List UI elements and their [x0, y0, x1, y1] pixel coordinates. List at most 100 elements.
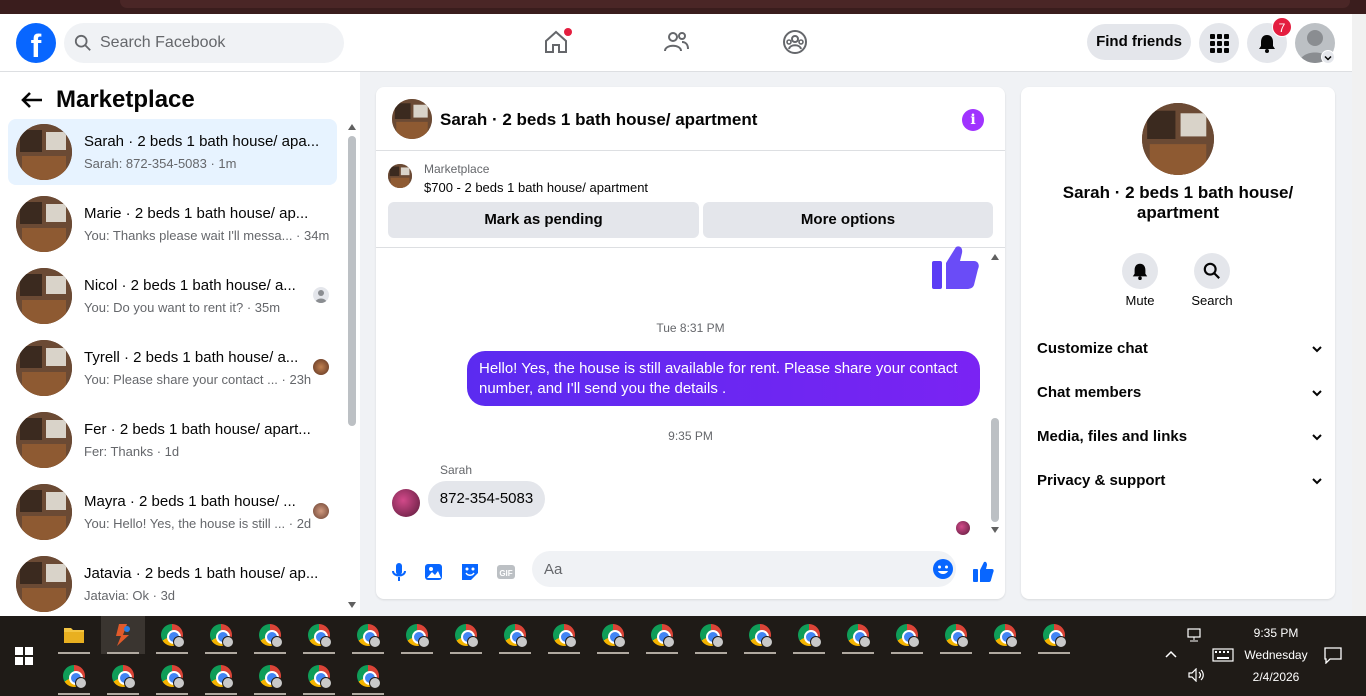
chrome-taskbar-icon[interactable]	[395, 616, 439, 654]
chrome-taskbar-icon[interactable]	[983, 616, 1027, 654]
chrome-icon	[406, 624, 430, 648]
sidebar-scroll-thumb[interactable]	[348, 136, 356, 426]
chrome-taskbar-icon[interactable]	[836, 616, 880, 654]
conversation-item[interactable]: Nicol · 2 beds 1 bath house/ a... You: D…	[8, 263, 337, 329]
groups-icon[interactable]	[781, 28, 809, 56]
taskbar-app-active[interactable]	[101, 616, 145, 654]
listing-thumbnail	[16, 340, 72, 396]
scroll-up-icon[interactable]	[991, 254, 999, 260]
microphone-icon[interactable]	[388, 561, 410, 583]
page-scrollbar[interactable]	[1352, 14, 1366, 616]
notification-center-icon[interactable]	[1324, 646, 1342, 664]
conversation-item[interactable]: Fer · 2 beds 1 bath house/ apart... Fer:…	[8, 407, 337, 473]
clock-day[interactable]: Wednesday	[1236, 648, 1316, 662]
taskbar-app-indicator	[744, 652, 776, 654]
chrome-taskbar-icon[interactable]	[885, 616, 929, 654]
more-options-button[interactable]: More options	[703, 202, 993, 238]
chrome-taskbar-icon[interactable]	[101, 657, 145, 695]
profile-badge-icon	[712, 636, 724, 648]
account-menu-caret[interactable]	[1321, 50, 1335, 64]
seen-avatar-icon	[313, 359, 329, 375]
chrome-taskbar-icon[interactable]	[640, 616, 684, 654]
media-files-links-section[interactable]: Media, files and links	[1037, 419, 1323, 455]
listing-price[interactable]: $700 - 2 beds 1 bath house/ apartment	[424, 180, 648, 195]
windows-start-icon[interactable]	[14, 646, 34, 666]
clock-time[interactable]: 9:35 PM	[1236, 626, 1316, 640]
chevron-down-icon	[1324, 55, 1332, 61]
conversation-item[interactable]: Marie · 2 beds 1 bath house/ ap... You: …	[8, 191, 337, 257]
sticker-icon[interactable]	[459, 561, 481, 583]
chrome-taskbar-icon[interactable]	[248, 616, 292, 654]
chrome-taskbar-icon[interactable]	[346, 616, 390, 654]
scroll-up-icon[interactable]	[348, 124, 356, 130]
chrome-taskbar-icon[interactable]	[199, 657, 243, 695]
facebook-logo-icon[interactable]: f	[16, 23, 56, 63]
scroll-down-icon[interactable]	[348, 602, 356, 608]
keyboard-icon[interactable]	[1212, 648, 1234, 662]
chrome-taskbar-icon[interactable]	[542, 616, 586, 654]
outgoing-message-bubble[interactable]: Hello! Yes, the house is still available…	[467, 351, 980, 406]
conversation-item[interactable]: Tyrell · 2 beds 1 bath house/ a... You: …	[8, 335, 337, 401]
chrome-taskbar-icon[interactable]	[934, 616, 978, 654]
chrome-taskbar-icon[interactable]	[52, 657, 96, 695]
privacy-support-section[interactable]: Privacy & support	[1037, 463, 1323, 499]
volume-icon[interactable]	[1187, 668, 1205, 682]
incoming-message-bubble[interactable]: 872-354-5083	[428, 481, 545, 517]
message-input-box[interactable]	[532, 551, 956, 587]
file-explorer-icon[interactable]	[52, 616, 96, 654]
listing-thumbnail[interactable]	[388, 164, 412, 188]
chrome-taskbar-icon[interactable]	[738, 616, 782, 654]
taskbar-app-indicator	[450, 652, 482, 654]
chrome-icon	[896, 624, 920, 648]
friends-icon[interactable]	[662, 28, 690, 56]
thumbs-up-send-icon[interactable]	[972, 561, 994, 583]
gif-icon[interactable]: GIF	[495, 561, 517, 583]
back-arrow-icon[interactable]	[20, 90, 44, 110]
chrome-taskbar-icon[interactable]	[297, 616, 341, 654]
sender-avatar[interactable]	[392, 489, 420, 517]
mark-as-pending-button[interactable]: Mark as pending	[388, 202, 699, 238]
conversation-item[interactable]: Mayra · 2 beds 1 bath house/ ... You: He…	[8, 479, 337, 545]
profile-badge-icon	[418, 636, 430, 648]
chrome-taskbar-icon[interactable]	[493, 616, 537, 654]
chrome-taskbar-icon[interactable]	[150, 657, 194, 695]
search-input[interactable]	[100, 23, 330, 63]
mute-button[interactable]	[1122, 253, 1158, 289]
conversation-item[interactable]: Sarah · 2 beds 1 bath house/ apa... Sara…	[8, 119, 337, 185]
network-icon[interactable]	[1187, 628, 1205, 642]
conversation-preview: You: Hello! Yes, the house is still ... …	[84, 516, 312, 531]
chrome-taskbar-icon[interactable]	[297, 657, 341, 695]
emoji-icon[interactable]	[932, 558, 954, 580]
search-box[interactable]	[64, 23, 344, 63]
customize-chat-section[interactable]: Customize chat	[1037, 331, 1323, 367]
chat-scroll-thumb[interactable]	[991, 418, 999, 522]
info-icon[interactable]: i	[962, 109, 984, 131]
chevron-up-icon[interactable]	[1165, 650, 1177, 658]
scroll-down-icon[interactable]	[991, 527, 999, 533]
chrome-taskbar-icon[interactable]	[1032, 616, 1076, 654]
listing-thumbnail[interactable]	[392, 99, 432, 139]
search-conversation-button[interactable]	[1194, 253, 1230, 289]
message-input[interactable]	[544, 551, 924, 587]
chrome-taskbar-icon[interactable]	[689, 616, 733, 654]
chrome-icon	[700, 624, 724, 648]
chrome-taskbar-icon[interactable]	[346, 657, 390, 695]
chrome-taskbar-icon[interactable]	[150, 616, 194, 654]
sidebar-scrollbar[interactable]	[344, 122, 360, 616]
listing-photo[interactable]	[1142, 103, 1214, 175]
clock-date[interactable]: 2/4/2026	[1236, 670, 1316, 684]
photo-icon[interactable]	[423, 561, 445, 583]
conversation-item[interactable]: Jatavia · 2 beds 1 bath house/ ap... Jat…	[8, 551, 337, 617]
find-friends-button[interactable]: Find friends	[1087, 24, 1191, 60]
menu-button[interactable]	[1199, 23, 1239, 63]
chat-scrollbar[interactable]	[988, 252, 1002, 537]
chrome-taskbar-icon[interactable]	[444, 616, 488, 654]
chrome-taskbar-icon[interactable]	[787, 616, 831, 654]
home-notification-dot	[564, 28, 572, 36]
chat-members-section[interactable]: Chat members	[1037, 375, 1323, 411]
seen-avatar-icon	[313, 503, 329, 519]
chrome-taskbar-icon[interactable]	[248, 657, 292, 695]
chrome-taskbar-icon[interactable]	[199, 616, 243, 654]
chrome-taskbar-icon[interactable]	[591, 616, 635, 654]
chat-title[interactable]: Sarah · 2 beds 1 bath house/ apartment	[440, 110, 757, 130]
